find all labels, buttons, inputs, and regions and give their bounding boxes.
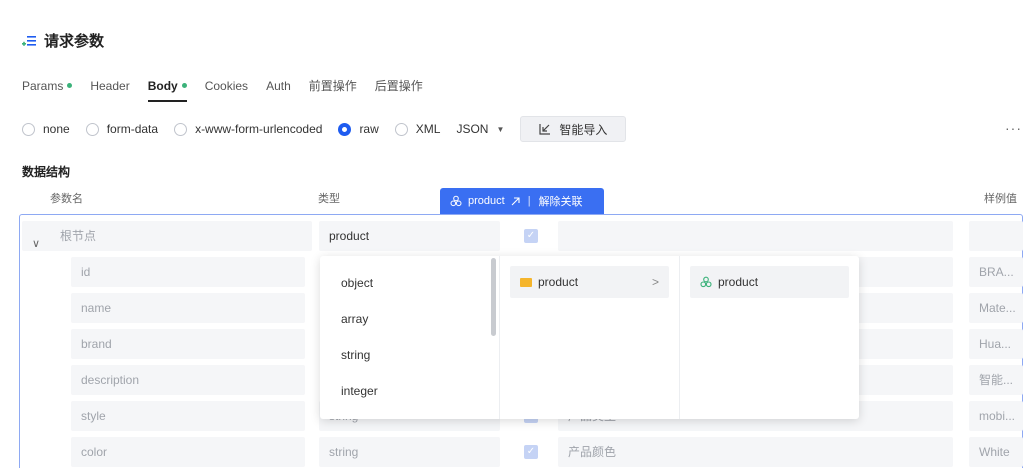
table-row: color string ✓ 产品颜色 White: [20, 437, 1023, 467]
required-checkbox[interactable]: ✓: [524, 445, 538, 459]
param-example-field[interactable]: Hua...: [969, 329, 1023, 359]
tab-params[interactable]: Params: [22, 78, 73, 102]
format-select-value: JSON: [456, 122, 489, 136]
status-dot: [181, 83, 187, 88]
param-example-field[interactable]: mobi...: [969, 401, 1023, 431]
status-dot: [67, 83, 73, 88]
list-add-icon: [22, 35, 36, 46]
required-checkbox[interactable]: ✓: [524, 229, 538, 243]
param-name-field[interactable]: style: [71, 401, 305, 431]
radio-circle[interactable]: [85, 122, 99, 136]
type-option-array[interactable]: array: [320, 304, 499, 340]
column-header-example: 样例值: [984, 193, 1017, 205]
tab-label: Auth: [266, 79, 291, 93]
data-structure-title: 数据结构: [22, 165, 71, 179]
type-option-integer[interactable]: integer: [320, 376, 499, 412]
param-example-field[interactable]: Mate...: [969, 293, 1023, 323]
radio-label: XML: [415, 122, 441, 136]
param-name-field[interactable]: description: [71, 365, 305, 395]
param-name-field[interactable]: color: [71, 437, 305, 467]
tab-auth[interactable]: Auth: [266, 78, 291, 102]
radio-xml[interactable]: XML: [394, 122, 441, 136]
radio-circle[interactable]: [22, 122, 35, 136]
radio-circle[interactable]: [174, 122, 188, 136]
tab-label: Params: [22, 79, 64, 93]
more-options-button[interactable]: ···: [1005, 120, 1022, 136]
format-select[interactable]: JSON ▼: [456, 122, 504, 136]
model-item-product[interactable]: product: [690, 266, 849, 298]
root-name-cell: ∨ 根节点: [22, 221, 312, 251]
linked-model-name[interactable]: product: [468, 195, 505, 207]
root-description-cell[interactable]: [558, 221, 953, 251]
external-link-icon[interactable]: [511, 196, 520, 206]
smart-import-button[interactable]: 智能导入: [520, 116, 627, 142]
column-header-type: 类型: [318, 193, 340, 205]
radio-label: form-data: [106, 122, 159, 136]
tab-label: 前置操作: [308, 79, 357, 93]
table-row-root: ∨ 根节点 product ✓: [20, 221, 1023, 251]
param-name-field[interactable]: id: [71, 257, 305, 287]
tab-cookies[interactable]: Cookies: [205, 78, 248, 102]
tab-label: Cookies: [204, 79, 249, 93]
model-label: product: [718, 275, 759, 289]
param-example-field[interactable]: White: [969, 437, 1023, 467]
type-options-list: object array string integer: [320, 256, 500, 419]
unlink-button[interactable]: 解除关联: [539, 193, 583, 209]
tab-body[interactable]: Body: [147, 78, 187, 102]
section-title: 请求参数: [44, 33, 105, 50]
tab-header[interactable]: Header: [90, 78, 129, 102]
dropdown-scrollbar[interactable]: [491, 258, 496, 336]
folder-item-product[interactable]: product >: [510, 266, 669, 298]
folder-icon: [520, 277, 532, 287]
separator: |: [527, 195, 531, 207]
param-example-field[interactable]: 智能...: [969, 365, 1023, 395]
type-dropdown: object array string integer product > pr…: [320, 256, 859, 419]
param-example-field[interactable]: BRA...: [969, 257, 1023, 287]
radio-x-www-form-urlencoded[interactable]: x-www-form-urlencoded: [174, 122, 322, 136]
root-type-select[interactable]: product: [319, 221, 500, 251]
param-type-select[interactable]: string: [319, 437, 500, 467]
radio-circle[interactable]: [338, 122, 352, 136]
model-link-banner: product | 解除关联: [440, 188, 604, 214]
body-tabs: Params Header Body Cookies Auth 前置操作 后置操…: [22, 78, 441, 102]
section-header: 请求参数: [22, 30, 104, 51]
radio-label: raw: [359, 122, 379, 136]
root-example-cell[interactable]: [969, 221, 1023, 251]
root-label: 根节点: [60, 229, 97, 243]
radio-none[interactable]: none: [22, 122, 70, 136]
radio-form-data[interactable]: form-data: [85, 122, 159, 136]
folder-label: product: [538, 275, 579, 289]
tab-label: 后置操作: [374, 79, 423, 93]
tab-pre-operation[interactable]: 前置操作: [309, 78, 357, 102]
tab-label: Body: [147, 79, 178, 93]
chevron-right-icon: >: [651, 275, 659, 289]
param-name-field[interactable]: brand: [71, 329, 305, 359]
chevron-down-icon[interactable]: ∨: [32, 229, 40, 251]
radio-raw[interactable]: raw: [338, 122, 379, 136]
caret-down-icon: ▼: [496, 124, 505, 134]
cube-icon: [450, 195, 462, 207]
param-name-field[interactable]: name: [71, 293, 305, 323]
body-type-radios: none form-data x-www-form-urlencoded raw…: [22, 116, 627, 142]
param-description-field[interactable]: 产品颜色: [558, 437, 953, 467]
cube-icon: [700, 276, 712, 288]
radio-circle[interactable]: [394, 122, 408, 136]
tab-post-operation[interactable]: 后置操作: [375, 78, 423, 102]
radio-label: none: [43, 122, 70, 136]
tab-label: Header: [90, 79, 130, 93]
type-option-string[interactable]: string: [320, 340, 499, 376]
smart-import-label: 智能导入: [559, 122, 608, 137]
model-list: product: [680, 256, 859, 419]
type-option-object[interactable]: object: [320, 268, 499, 304]
import-icon: [539, 124, 551, 135]
model-folder-list: product >: [500, 256, 680, 419]
column-header-name: 参数名: [50, 193, 83, 205]
radio-label: x-www-form-urlencoded: [195, 122, 323, 136]
